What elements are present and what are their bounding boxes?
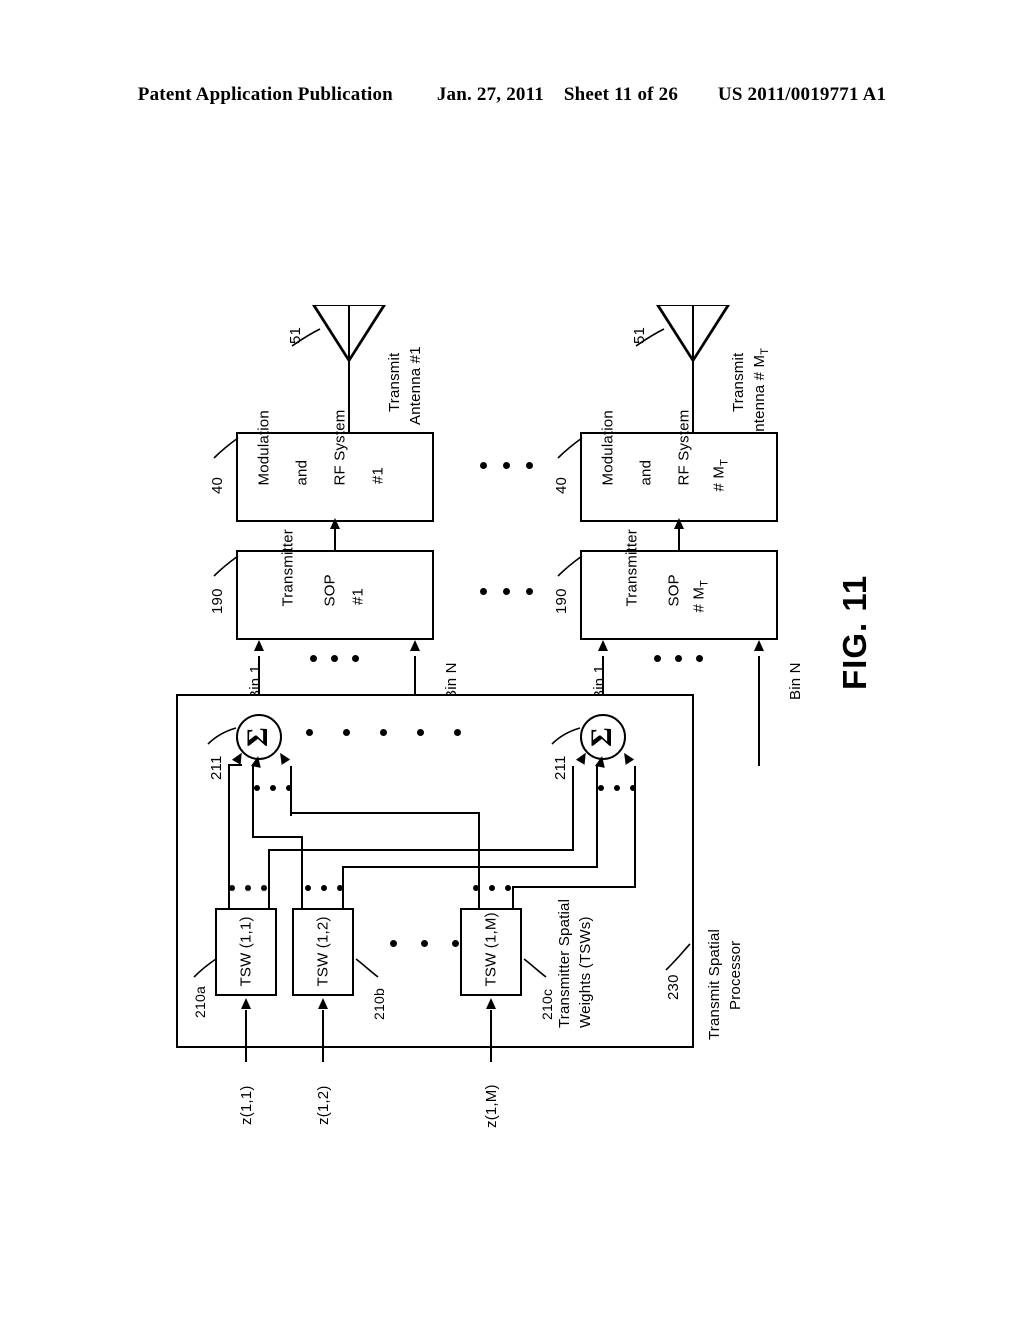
tsw-m-to-summer-1-run <box>290 812 480 814</box>
summer-1-leader <box>207 727 237 745</box>
modulation-block-2-ref: 40 <box>553 476 570 494</box>
transmitter-sop-block-2-line2: SOP <box>665 574 683 607</box>
bin-ellipsis-col1 <box>310 655 359 662</box>
processor-leader <box>665 943 691 971</box>
tsw-block-3-label: TSW (1,M) <box>482 912 500 987</box>
antenna-2-ref: 51 <box>631 326 648 344</box>
tsw-1-output-ellipsis <box>229 885 267 891</box>
bin-n-wire-col2 <box>758 656 760 766</box>
modulation-block-1-ref: 40 <box>209 476 226 494</box>
tsw-1-to-summer-1-jog <box>228 764 242 766</box>
tsw-block-2-label: TSW (1,2) <box>314 916 332 987</box>
tsw-2-to-summer-1-drop <box>301 836 303 911</box>
bin-last-label-col2: Bin N <box>787 662 804 700</box>
figure-label: FIG. 11 <box>836 574 873 690</box>
tsw-group-caption-line1: Transmitter Spatial <box>556 898 573 1028</box>
antenna-2-caption-line1: Transmit <box>730 352 747 412</box>
bin-1-arrow-col2 <box>598 640 608 651</box>
sop-2-to-mod-2-arrow <box>674 518 684 529</box>
tsw-2-input-arrow <box>318 998 328 1009</box>
header-date: Jan. 27, 2011 <box>436 84 544 105</box>
tsw-block-3-ref: 210c <box>539 988 555 1020</box>
sop-block-2-leader <box>557 555 583 577</box>
tsw-block-1-ref: 210a <box>192 986 208 1018</box>
summer-2-leader <box>551 727 581 745</box>
patent-figure-page: Patent Application Publication Jan. 27, … <box>0 0 1024 1320</box>
tsw-3-leader <box>523 958 547 978</box>
tsw-m-output-ellipsis <box>473 885 511 891</box>
tsw-1-to-summer-2-riser <box>572 766 574 851</box>
summer-row-ellipsis <box>306 729 461 736</box>
tsw-row-ellipsis <box>390 940 459 947</box>
processor-caption-line1: Transmit Spatial <box>706 928 723 1040</box>
modulation-row-ellipsis <box>480 462 533 469</box>
modulation-rf-block-2-line3: RF System <box>676 410 693 486</box>
header-publication: Patent Application Publication <box>137 84 393 105</box>
antenna-1-caption-line1: Transmit <box>386 352 403 412</box>
sop-row-ellipsis <box>480 588 533 595</box>
tsw-m-to-summer-2-run <box>512 886 636 888</box>
transmitter-sop-block-1-line2: SOP <box>321 574 339 607</box>
tsw-1-leader <box>193 958 217 978</box>
antenna-2-caption-line2: Antenna # MT <box>751 347 771 442</box>
tsw-block-1-label: TSW (1,1) <box>237 916 255 987</box>
tsw-2-to-summer-1-riser <box>252 766 254 838</box>
modulation-rf-block-2-line2: and <box>637 459 655 486</box>
bin-n-arrow-col1 <box>410 640 420 651</box>
transmitter-sop-block-1-line3: #1 <box>349 587 367 606</box>
tsw-2-to-summer-2-run <box>342 866 598 868</box>
summer-2-input-ellipsis <box>598 785 636 791</box>
tsw-1-to-summer-2-drop <box>268 849 270 911</box>
summer-1-input-ellipsis <box>254 785 292 791</box>
summer-1-ref: 211 <box>208 755 225 780</box>
tsw-2-output-ellipsis <box>305 885 343 891</box>
tsw-m-to-summer-1-riser <box>290 766 292 816</box>
antenna-1-center-line <box>348 305 350 363</box>
sop-1-to-mod-1-arrow <box>330 518 340 529</box>
summer-node-1-sigma: Σ <box>240 727 274 747</box>
transmitter-sop-block-1-line1: Transmitter <box>280 529 297 607</box>
tsw-3-input-arrow <box>486 998 496 1009</box>
tsw-1-to-summer-2-run <box>268 849 574 851</box>
modulation-rf-block-1-line1: Modulation <box>256 410 273 485</box>
sop-block-2-ref: 190 <box>553 588 570 614</box>
processor-ref: 230 <box>665 974 682 1000</box>
tsw-1-input-arrow <box>241 998 251 1009</box>
tsw-3-input-wire <box>490 1010 492 1062</box>
tsw-2-leader <box>355 958 379 978</box>
modulation-rf-block-2-line1: Modulation <box>600 410 617 485</box>
modulation-rf-block-1-line2: and <box>293 459 311 486</box>
antenna-1-caption-line2: Antenna #1 <box>407 346 424 425</box>
tsw-2-to-summer-2-riser <box>596 766 598 868</box>
bin-n-arrow-col2 <box>754 640 764 651</box>
transmitter-sop-block-2-line1: Transmitter <box>624 529 641 607</box>
modulation-rf-block-2-line4: # MT <box>710 458 731 492</box>
publication-header: Patent Application Publication Jan. 27, … <box>0 84 1024 106</box>
tsw-3-input-label: z(1,M) <box>483 1084 500 1128</box>
transmitter-sop-block-2-line3: # MT <box>690 579 711 613</box>
sop-block-1-ref: 190 <box>209 588 226 614</box>
bin-1-arrow-col1 <box>254 640 264 651</box>
processor-caption-line2: Processor <box>727 940 744 1010</box>
modulation-rf-block-1-line3: RF System <box>332 410 349 486</box>
header-sheet: Sheet 11 of 26 <box>563 84 679 105</box>
modulation-block-1-leader <box>213 437 239 459</box>
tsw-2-to-summer-1-run <box>252 836 303 838</box>
tsw-m-to-summer-1-drop <box>478 812 480 911</box>
sop-block-1-leader <box>213 555 239 577</box>
tsw-1-input-label: z(1,1) <box>238 1085 255 1125</box>
tsw-2-input-label: z(1,2) <box>315 1085 332 1125</box>
summer-2-ref: 211 <box>552 755 569 780</box>
antenna-1-ref: 51 <box>287 326 304 344</box>
header-patent-number: US 2011/0019771 A1 <box>717 84 887 105</box>
modulation-block-2-leader <box>557 437 583 459</box>
tsw-group-caption-line2: Weights (TSWs) <box>577 916 594 1028</box>
tsw-2-input-wire <box>322 1010 324 1062</box>
tsw-block-2-ref: 210b <box>371 988 387 1020</box>
antenna-2-center-line <box>692 305 694 363</box>
tsw-1-input-wire <box>245 1010 247 1062</box>
summer-node-2-sigma: Σ <box>584 727 618 747</box>
bin-ellipsis-col2 <box>654 655 703 662</box>
modulation-rf-block-1-line4: #1 <box>369 466 387 485</box>
